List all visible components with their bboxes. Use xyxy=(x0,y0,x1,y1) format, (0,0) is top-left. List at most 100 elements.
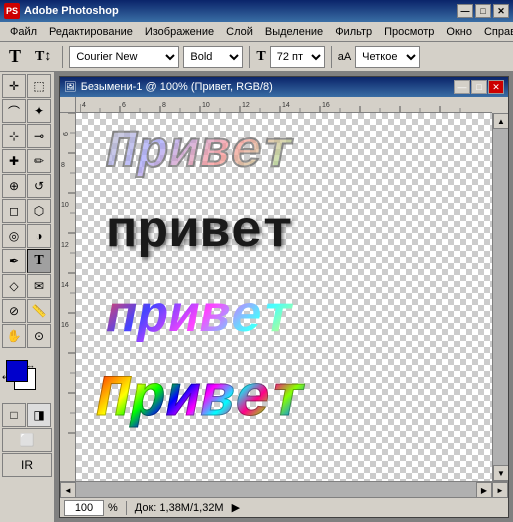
doc-minimize-btn[interactable]: — xyxy=(454,80,470,94)
svg-text:14: 14 xyxy=(61,282,69,289)
tools-panel: ✛ ⬚ ⌒ ✦ ⊹ ⊸ ✚ ✏ ⊕ ↺ ◻ ⬡ ◎ ◑ xyxy=(0,72,55,522)
svg-text:8: 8 xyxy=(61,162,65,169)
notes-tool[interactable]: ✉ xyxy=(27,274,51,298)
tool-row-7: ◎ ◑ xyxy=(2,224,52,248)
scrollbar-vertical: ▲ ▼ xyxy=(492,113,508,481)
tool-row-4: ✚ ✏ xyxy=(2,149,52,173)
eraser-tool[interactable]: ◻ xyxy=(2,199,26,223)
title-bar: PS Adobe Photoshop — □ ✕ xyxy=(0,0,513,22)
text-layer-2[interactable]: привет xyxy=(106,203,293,262)
doc-window-icon: 🖼 xyxy=(64,82,77,93)
text-layer-1[interactable]: Привет xyxy=(106,123,293,182)
tool-row-3: ⊹ ⊸ xyxy=(2,124,52,148)
hand-tool[interactable]: ✋ xyxy=(2,324,26,348)
scroll-left-btn[interactable]: ◄ xyxy=(60,482,76,498)
font-style-select[interactable]: Bold xyxy=(183,46,243,68)
scroll-right-btn[interactable]: ► xyxy=(492,482,508,498)
text-layer-4[interactable]: Привет xyxy=(96,368,305,433)
zoom-unit: % xyxy=(108,502,118,514)
quick-mask-row: □ ◨ xyxy=(2,403,52,427)
svg-text:6: 6 xyxy=(63,132,70,136)
text-orient-btn[interactable]: T↕ xyxy=(30,45,56,69)
close-btn[interactable]: ✕ xyxy=(493,4,509,18)
scroll-up-btn[interactable]: ▲ xyxy=(493,113,508,129)
tool-row-11: ✋ ⊙ xyxy=(2,324,52,348)
menu-item-справка[interactable]: Справка xyxy=(478,24,513,40)
tool-row-10: ⊘ 📏 xyxy=(2,299,52,323)
toolbar: T T↕ Courier New Bold T 72 пт аА Четкое xyxy=(0,42,513,72)
window-controls: — □ ✕ xyxy=(457,4,509,18)
heal-tool[interactable]: ✚ xyxy=(2,149,26,173)
menu-item-выделение[interactable]: Выделение xyxy=(259,24,329,40)
svg-text:14: 14 xyxy=(282,102,290,109)
measure-tool[interactable]: 📏 xyxy=(27,299,51,323)
scroll-v-track[interactable] xyxy=(493,129,508,465)
eyedropper-tool[interactable]: ⊘ xyxy=(2,299,26,323)
magic-wand-tool[interactable]: ✦ xyxy=(27,99,51,123)
slice-tool[interactable]: ⊸ xyxy=(27,124,51,148)
maximize-btn[interactable]: □ xyxy=(475,4,491,18)
scroll-h-track[interactable] xyxy=(76,482,476,497)
brush-tool[interactable]: ✏ xyxy=(27,149,51,173)
svg-text:10: 10 xyxy=(202,102,210,109)
status-arrow[interactable]: ▶ xyxy=(232,501,240,514)
standard-mode-btn[interactable]: □ xyxy=(2,403,26,427)
scroll-down-btn[interactable]: ▼ xyxy=(493,465,508,481)
toolbar-sep-1 xyxy=(62,46,63,68)
ruler-v-svg: 6 8 10 12 14 16 xyxy=(60,113,76,481)
stamp-tool[interactable]: ⊕ xyxy=(2,174,26,198)
dodge-tool[interactable]: ◑ xyxy=(27,224,51,248)
vertical-ruler: 6 8 10 12 14 16 xyxy=(60,113,76,481)
doc-maximize-btn[interactable]: □ xyxy=(471,80,487,94)
menu-item-просмотр[interactable]: Просмотр xyxy=(378,24,440,40)
svg-text:16: 16 xyxy=(322,102,330,109)
horizontal-ruler: 4 6 8 10 12 14 16 xyxy=(76,97,492,113)
history-tool[interactable]: ↺ xyxy=(27,174,51,198)
fill-tool[interactable]: ⬡ xyxy=(27,199,51,223)
minimize-btn[interactable]: — xyxy=(457,4,473,18)
crop-tool[interactable]: ⊹ xyxy=(2,124,26,148)
lasso-tool[interactable]: ⌒ xyxy=(2,99,26,123)
font-family-select[interactable]: Courier New xyxy=(69,46,179,68)
scroll-forward-btn[interactable]: ▶ xyxy=(476,482,492,498)
selection-path-tool[interactable]: ◇ xyxy=(2,274,26,298)
blur-tool[interactable]: ◎ xyxy=(2,224,26,248)
text-orient-icon: T↕ xyxy=(35,49,51,65)
doc-close-btn[interactable]: ✕ xyxy=(488,80,504,94)
menu-item-слой[interactable]: Слой xyxy=(220,24,259,40)
text-layer-3[interactable]: привет xyxy=(106,288,293,347)
tool-row-5: ⊕ ↺ xyxy=(2,174,52,198)
canvas-area[interactable]: Привет привет привет Привет xyxy=(76,113,492,481)
ruler-h-svg: 4 6 8 10 12 14 16 xyxy=(80,97,492,112)
tool-row-1: ✛ ⬚ xyxy=(2,74,52,98)
menu-item-изображение[interactable]: Изображение xyxy=(139,24,220,40)
zoom-tool[interactable]: ⊙ xyxy=(27,324,51,348)
toolbar-sep-3 xyxy=(331,46,332,68)
jump-to-imageready-btn[interactable]: IR xyxy=(2,453,52,477)
move-tool[interactable]: ✛ xyxy=(2,74,26,98)
toolbar-sep-2 xyxy=(249,46,250,68)
pen-tool[interactable]: ✒ xyxy=(2,249,26,273)
text-tool-btn[interactable]: T xyxy=(4,45,26,69)
menu-item-фильтр[interactable]: Фильтр xyxy=(329,24,378,40)
screen-mode-btn[interactable]: ⬜ xyxy=(2,428,52,452)
zoom-input[interactable] xyxy=(64,500,104,516)
doc-titlebar: 🖼 Безымени-1 @ 100% (Привет, RGB/8) — □ … xyxy=(60,77,508,97)
aa-mode-select[interactable]: Четкое xyxy=(355,46,420,68)
selection-tool[interactable]: ⬚ xyxy=(27,74,51,98)
app-title: Adobe Photoshop xyxy=(24,5,457,17)
menu-item-окно[interactable]: Окно xyxy=(440,24,478,40)
menu-item-файл[interactable]: Файл xyxy=(4,24,43,40)
menu-bar: ФайлРедактированиеИзображениеСлойВыделен… xyxy=(0,22,513,42)
quick-mask-btn[interactable]: ◨ xyxy=(27,403,51,427)
menu-item-редактирование[interactable]: Редактирование xyxy=(43,24,139,40)
tool-row-2: ⌒ ✦ xyxy=(2,99,52,123)
zoom-area: % xyxy=(64,500,118,516)
text-tool[interactable]: T xyxy=(27,249,51,273)
color-swatch-area: ↔ ↩ xyxy=(2,358,52,398)
doc-size-area: Док: 1,38М/1,32М xyxy=(135,502,224,514)
app-icon: PS xyxy=(4,3,20,19)
font-size-select[interactable]: 72 пт xyxy=(270,46,325,68)
foreground-color-swatch[interactable] xyxy=(6,360,28,382)
scrollbar-horizontal: ◄ ▶ ► xyxy=(60,481,508,497)
